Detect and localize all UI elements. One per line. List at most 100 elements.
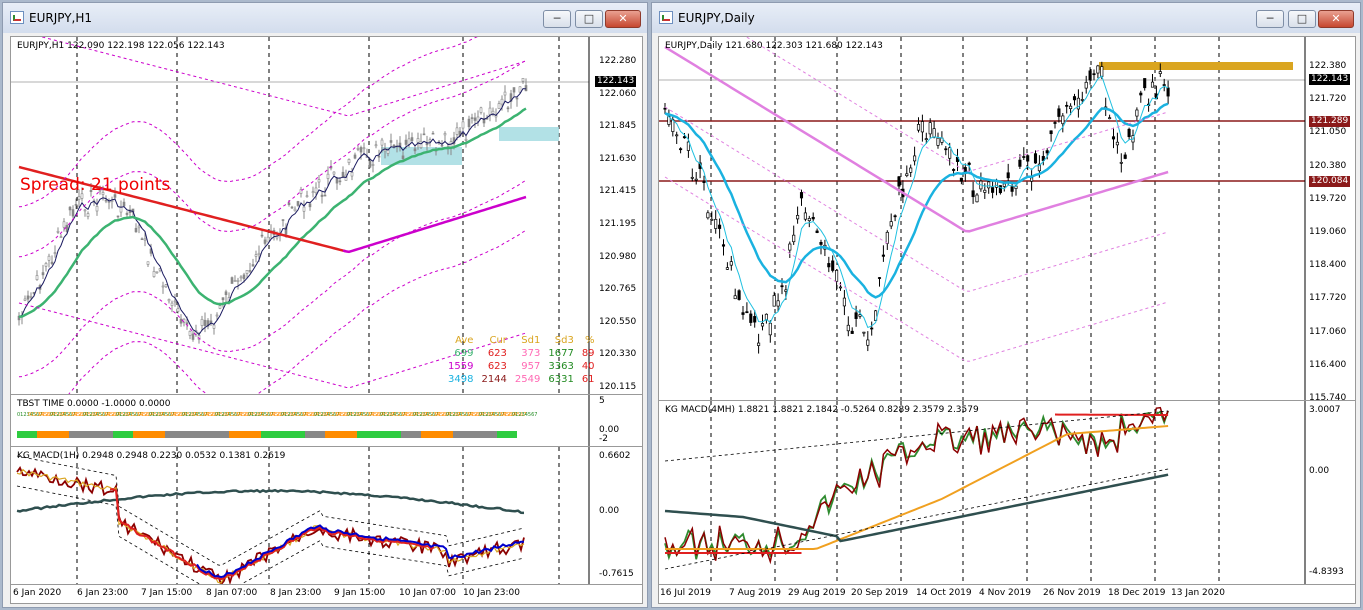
level-tag-1: 121.289 <box>1309 116 1351 127</box>
candle <box>916 117 921 133</box>
candle <box>686 133 690 158</box>
time-tick-5: 4 Nov 2019 <box>979 588 1031 598</box>
candle <box>263 236 267 246</box>
tbst-pane[interactable]: 01234567 01234567 01234567 01234567 01234567… <box>11 395 642 447</box>
macd-pane[interactable]: KG MACD(1H) 0.2948 0.2948 0.2230 0.0532 … <box>11 447 642 585</box>
candle <box>419 133 423 150</box>
stats-header: Sd1 <box>521 335 541 346</box>
tbst-bar <box>421 431 453 438</box>
candle <box>1092 69 1096 81</box>
candle <box>230 276 234 284</box>
candle <box>470 113 474 124</box>
candle <box>431 130 435 135</box>
candle <box>86 211 90 220</box>
stats-cell: 6331 <box>548 374 574 385</box>
chart-info: EURJPY,Daily 121.680 122.303 121.680 122… <box>665 41 883 51</box>
candle <box>50 255 54 266</box>
time-tick-3: 20 Sep 2019 <box>851 588 909 598</box>
candle <box>410 132 414 143</box>
price-tick-2: 121.050 <box>1309 127 1347 138</box>
maximize-button[interactable]: □ <box>575 10 603 28</box>
candle <box>377 149 381 163</box>
candle <box>170 300 174 313</box>
candle <box>347 158 351 166</box>
candle <box>305 190 309 198</box>
minimize-button[interactable]: ─ <box>543 10 571 28</box>
candle <box>95 198 99 216</box>
candle <box>714 210 718 234</box>
candle <box>1131 129 1135 151</box>
candle <box>725 262 729 270</box>
price-tick-3: 121.630 <box>599 153 637 164</box>
tbst-bar <box>497 431 517 438</box>
candle <box>838 282 843 291</box>
time-tick-4: 8 Jan 23:00 <box>270 588 322 598</box>
time-tick-2: 7 Jan 15:00 <box>141 588 193 598</box>
tbst-bar <box>165 431 209 438</box>
candle <box>1010 182 1014 197</box>
candle <box>796 206 800 224</box>
time-tick-2: 29 Aug 2019 <box>788 588 846 598</box>
candle <box>1049 130 1053 142</box>
candle <box>889 213 893 230</box>
candle <box>741 305 745 320</box>
chart-canvas[interactable]: EURJPY,H1 122.090 122.198 122.056 122.14… <box>10 36 643 604</box>
candle <box>1096 64 1100 79</box>
maximize-button[interactable]: □ <box>1288 10 1316 28</box>
price-tick-0: 122.380 <box>1309 61 1347 71</box>
close-button[interactable]: ✕ <box>1318 10 1354 28</box>
candle <box>239 275 243 282</box>
candle <box>944 146 948 156</box>
window-titlebar[interactable]: EURJPY,H1 ─ □ ✕ <box>3 3 647 33</box>
candle <box>1139 90 1143 103</box>
candle <box>815 228 819 234</box>
candle <box>161 281 165 294</box>
chart-canvas[interactable]: EURJPY,Daily 121.680 122.303 121.680 122… <box>658 36 1356 604</box>
stats-cell: 1559 <box>448 361 474 372</box>
macd-label: KG MACD(4MH) 1.8821 1.8821 2.1842 -0.526… <box>665 405 979 415</box>
candle <box>1041 150 1045 166</box>
time-tick-0: 6 Jan 2020 <box>13 588 62 598</box>
price-tick-5: 119.060 <box>1309 227 1347 237</box>
candle <box>290 205 294 209</box>
price-pane[interactable]: EURJPY,H1 122.090 122.198 122.056 122.14… <box>11 37 642 395</box>
spread-label: Spread: 21 points <box>20 175 171 195</box>
svg-text:01234567: 01234567 <box>512 412 537 418</box>
candle <box>1123 152 1127 160</box>
stats-cell: 699 <box>454 348 474 359</box>
candle <box>512 87 516 97</box>
chart-window-h1[interactable]: EURJPY,H1 ─ □ ✕ EURJPY,H1 122.090 122.19… <box>2 2 648 608</box>
candle <box>44 261 48 272</box>
macd-axis-top: 3.0007 <box>1309 405 1341 415</box>
candle <box>56 227 60 234</box>
candle <box>842 289 846 316</box>
candle <box>1115 132 1119 154</box>
tbst-bar <box>113 431 133 438</box>
candle <box>38 283 42 294</box>
macd-axis-top: 0.6602 <box>599 451 631 461</box>
price-tick-1: 121.720 <box>1309 94 1347 105</box>
window-titlebar[interactable]: EURJPY,Daily ─ □ ✕ <box>652 3 1360 33</box>
candle <box>1084 75 1088 94</box>
close-button[interactable]: ✕ <box>605 10 641 28</box>
macd-pane[interactable]: KG MACD(4MH) 1.8821 1.8821 2.1842 -0.526… <box>659 401 1355 585</box>
candle <box>146 261 150 267</box>
macd-axis-zero: 0.00 <box>1309 466 1330 476</box>
candle <box>979 172 983 192</box>
candle <box>23 295 27 302</box>
candle <box>41 264 45 279</box>
candle <box>1033 150 1038 164</box>
chart-window-daily[interactable]: EURJPY,Daily ─ □ ✕ EURJPY,Daily 121.680 … <box>651 2 1361 608</box>
candle <box>1119 153 1123 173</box>
candle <box>1072 93 1077 106</box>
minimize-button[interactable]: ─ <box>1256 10 1284 28</box>
candle <box>1162 78 1166 92</box>
candle <box>299 186 303 198</box>
tbst-bar <box>209 431 229 438</box>
price-pane[interactable]: EURJPY,Daily 121.680 122.303 121.680 122… <box>659 37 1355 401</box>
price-tick-1: 122.060 <box>599 88 637 99</box>
candle <box>119 200 123 217</box>
price-tick-10: 120.115 <box>599 382 637 392</box>
price-tick-6: 118.400 <box>1309 260 1347 271</box>
candle <box>296 200 300 207</box>
